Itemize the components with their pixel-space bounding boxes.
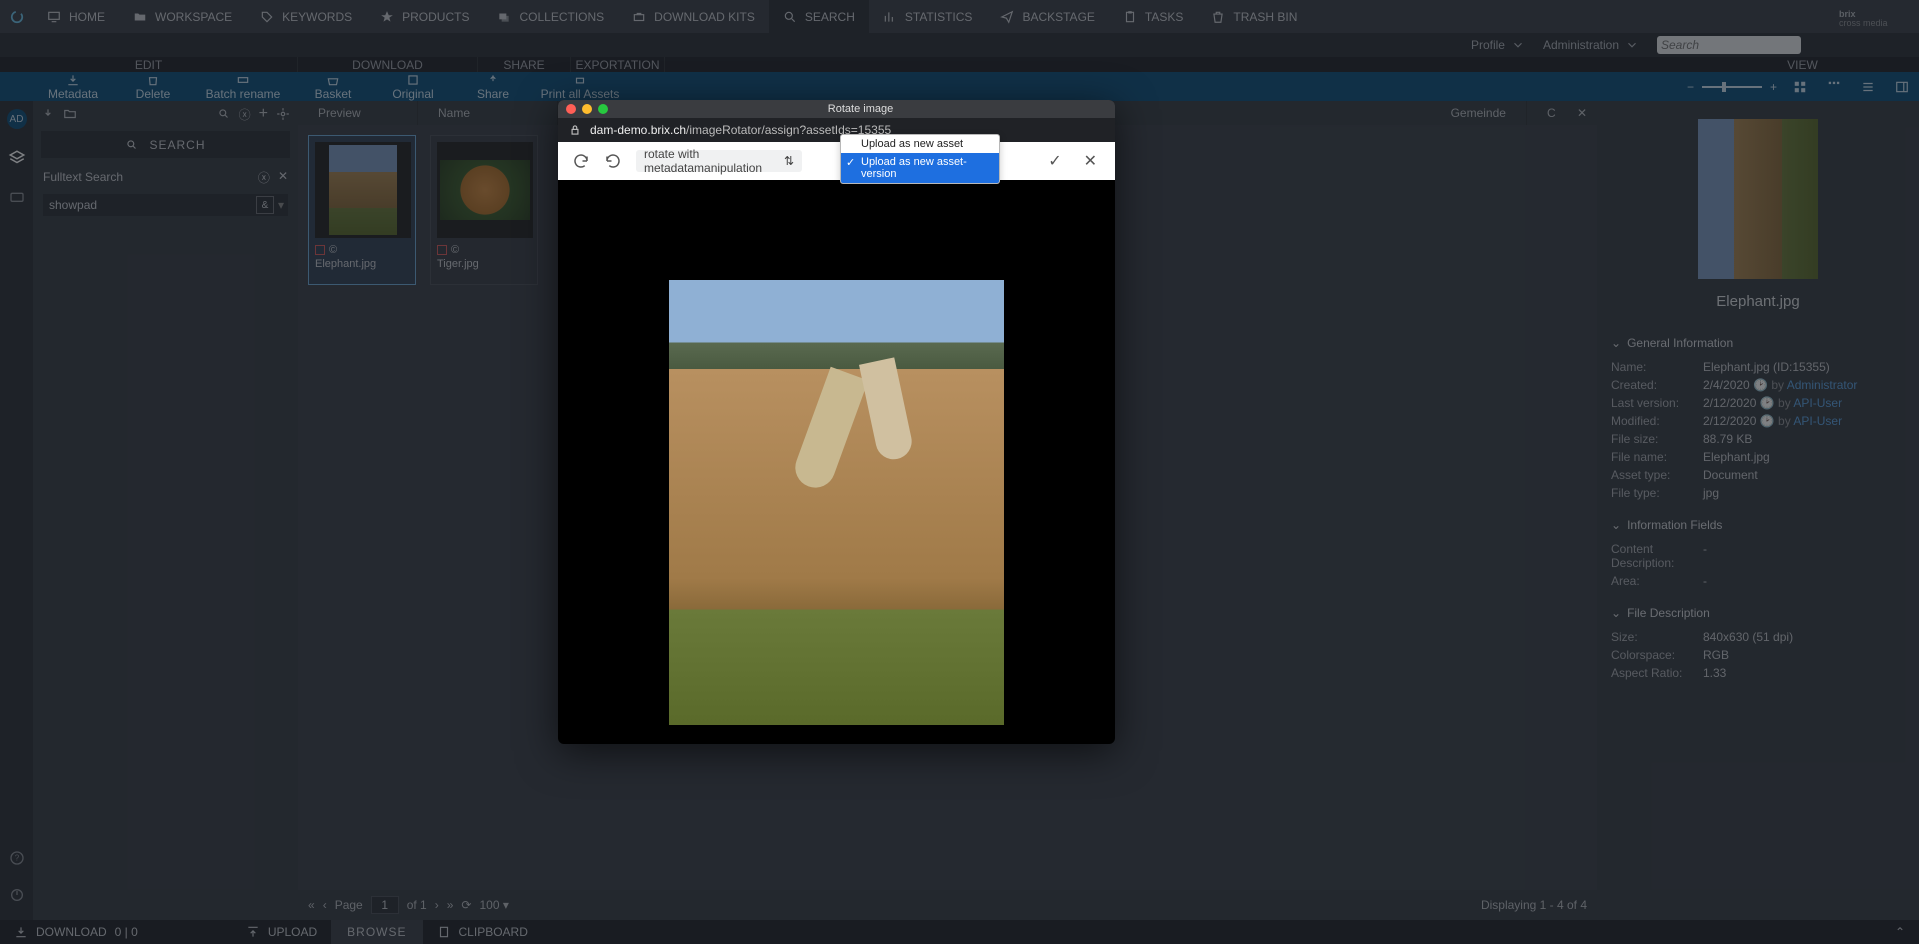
window-controls	[566, 104, 608, 114]
select-arrows-icon: ⇅	[784, 154, 794, 168]
close-window[interactable]	[566, 104, 576, 114]
rotation-mode-select[interactable]: rotate with metadatamanipulation⇅	[636, 150, 802, 172]
rotated-image	[669, 280, 1004, 725]
confirm-button[interactable]: ✓	[1044, 151, 1065, 171]
minimize-window[interactable]	[582, 104, 592, 114]
rotate-cw-button[interactable]	[572, 152, 590, 170]
upload-mode-menu: Upload as new asset Upload as new asset-…	[840, 134, 1000, 184]
menu-item-new-version[interactable]: Upload as new asset-version	[841, 153, 999, 183]
select-value: rotate with metadatamanipulation	[644, 147, 784, 175]
modal-image-area	[558, 180, 1115, 744]
menu-item-new-asset[interactable]: Upload as new asset	[841, 135, 999, 153]
lock-icon	[568, 123, 582, 137]
modal-urlbar: dam-demo.brix.ch/imageRotator/assign?ass…	[558, 118, 1115, 142]
modal-title: Rotate image	[614, 103, 1107, 115]
modal-controls: rotate with metadatamanipulation⇅ ✓ ✕	[558, 142, 1115, 180]
rotate-modal: Rotate image dam-demo.brix.ch/imageRotat…	[558, 100, 1115, 744]
rotate-ccw-button[interactable]	[604, 152, 622, 170]
cancel-button[interactable]: ✕	[1080, 151, 1101, 171]
zoom-window[interactable]	[598, 104, 608, 114]
modal-titlebar: Rotate image	[558, 100, 1115, 118]
